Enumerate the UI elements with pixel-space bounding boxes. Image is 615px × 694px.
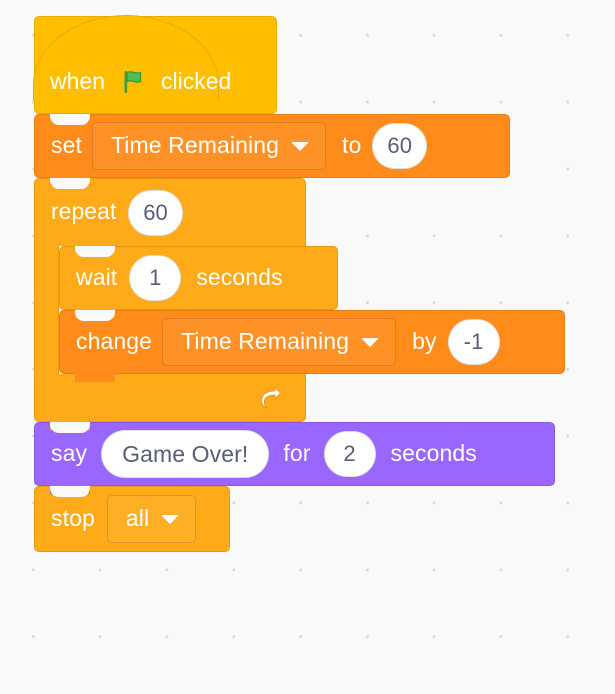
stop-block[interactable]: stop all [34, 486, 230, 552]
chevron-down-icon [290, 141, 309, 151]
block-bump [75, 370, 115, 382]
variable-name: Time Remaining [110, 131, 279, 158]
variable-dropdown-time-remaining[interactable]: Time Remaining [91, 122, 326, 170]
variable-dropdown-time-remaining[interactable]: Time Remaining [162, 318, 397, 366]
seconds-label: seconds [390, 439, 477, 466]
by-label: by [412, 327, 437, 354]
block-notch [50, 114, 90, 125]
chevron-down-icon [361, 337, 380, 347]
blocks-workspace[interactable]: when clicked set Time Remaining to 60 re… [0, 0, 615, 694]
say-for-seconds-block[interactable]: say Game Over! for 2 seconds [34, 422, 555, 494]
wait-duration-input[interactable]: 1 [129, 255, 182, 301]
repeat-count-input[interactable]: 60 [128, 189, 183, 236]
to-label: to [341, 131, 362, 158]
seconds-label: seconds [196, 263, 283, 290]
stop-option-dropdown[interactable]: all [106, 495, 197, 543]
clicked-label: clicked [160, 67, 232, 94]
set-label: set [51, 131, 82, 158]
chevron-down-icon [161, 514, 180, 524]
set-value-input[interactable]: 60 [372, 123, 428, 169]
stop-label: stop [51, 504, 95, 531]
block-notch [75, 246, 115, 257]
repeat-block-header[interactable]: repeat 60 [34, 178, 306, 246]
wait-label: wait [76, 263, 118, 290]
block-bump [50, 418, 90, 430]
set-variable-block[interactable]: set Time Remaining to 60 [34, 114, 510, 186]
change-variable-block[interactable]: change Time Remaining by -1 [59, 310, 565, 382]
block-bump [50, 174, 90, 186]
repeat-block[interactable]: repeat 60 wait 1 seconds change Time Rem… [34, 178, 565, 430]
change-label: change [76, 327, 153, 354]
block-bump [50, 482, 90, 494]
block-bump [75, 306, 115, 318]
when-label: when [50, 67, 105, 94]
stop-option-value: all [125, 504, 150, 531]
repeat-block-substack[interactable]: wait 1 seconds change Time Remaining by … [59, 246, 565, 382]
block-script-stack[interactable]: when clicked set Time Remaining to 60 re… [33, 15, 565, 552]
when-flag-clicked-block[interactable]: when clicked [33, 15, 277, 124]
for-label: for [283, 439, 311, 466]
say-duration-input[interactable]: 2 [323, 431, 376, 477]
repeat-block-arm [34, 246, 59, 374]
green-flag-icon [119, 67, 149, 97]
variable-name: Time Remaining [181, 327, 350, 354]
wait-seconds-block[interactable]: wait 1 seconds [59, 246, 338, 318]
loop-arrow-icon [255, 383, 285, 413]
say-message-input[interactable]: Game Over! [101, 430, 270, 478]
repeat-label: repeat [51, 198, 117, 224]
change-amount-input[interactable]: -1 [447, 319, 500, 365]
say-label: say [51, 439, 88, 466]
